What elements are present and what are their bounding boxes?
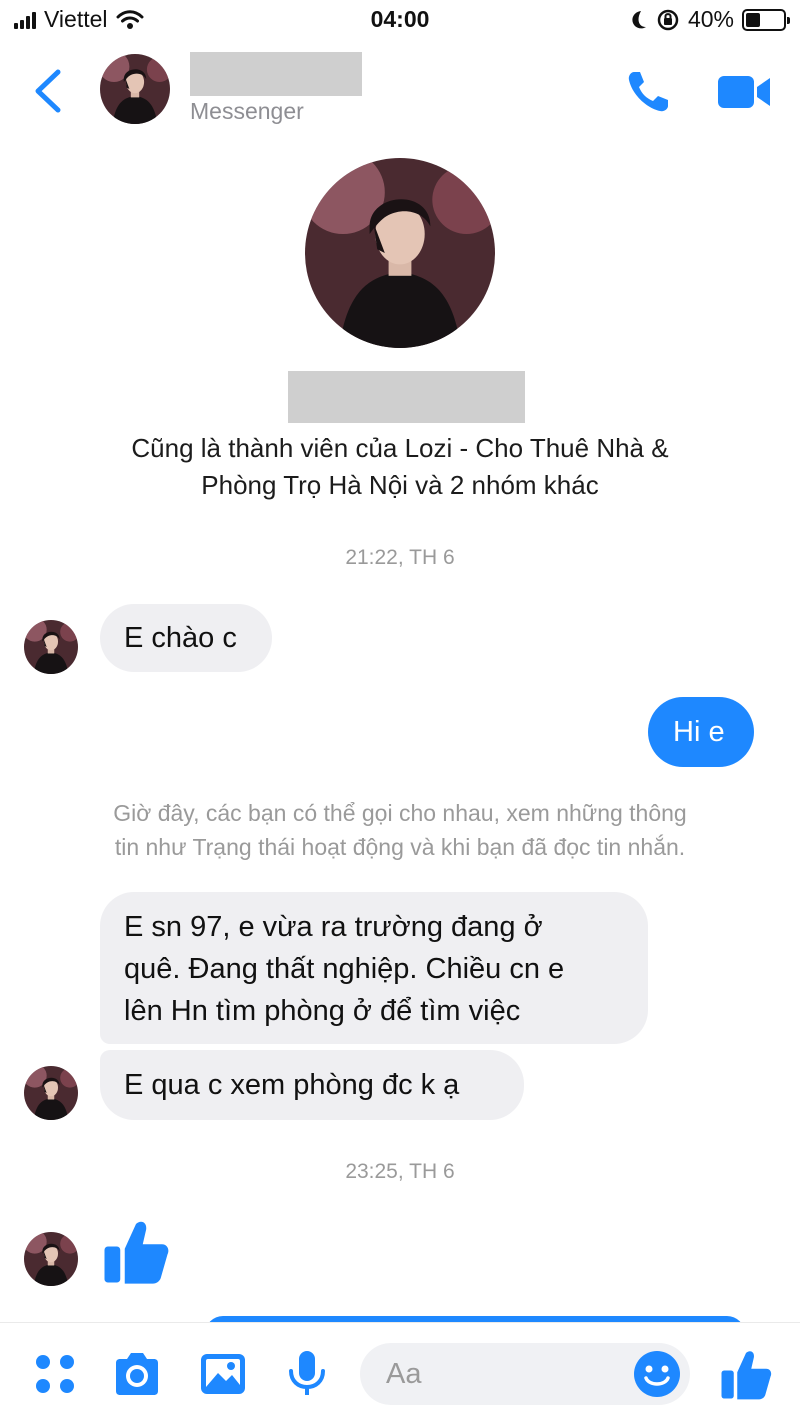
battery-level [746, 12, 761, 27]
apps-grid-icon[interactable] [30, 1349, 80, 1399]
avatar-image [24, 620, 78, 674]
system-notice-line: tin như Trạng thái hoạt động và khi bạn … [114, 834, 686, 860]
chat-header: Messenger [0, 44, 800, 140]
avatar[interactable] [100, 54, 170, 124]
message-line: E sn 97, e vừa ra trường đang ở [124, 911, 543, 943]
status-right: 40% [628, 6, 790, 33]
back-chevron-icon[interactable] [28, 66, 68, 116]
profile-photo[interactable] [305, 158, 495, 348]
status-bar: Viettel 04:00 40% [0, 0, 800, 44]
message-timestamp: 23:25, TH 6 [345, 1160, 455, 1183]
sender-avatar[interactable] [24, 1066, 78, 1120]
avatar-image [24, 1066, 78, 1120]
profile-mutual-groups: Cũng là thành viên của Lozi - Cho Thuê N… [60, 430, 740, 504]
video-camera-icon[interactable] [716, 72, 772, 112]
battery-percent: 40% [687, 6, 734, 32]
message-composer: Aa [0, 1322, 800, 1422]
battery-icon [742, 8, 790, 31]
thumbs-up-sticker-icon[interactable] [100, 1212, 172, 1290]
thumbs-up-icon[interactable] [718, 1345, 774, 1403]
incoming-message[interactable]: E chào c [100, 604, 272, 672]
profile-info-line: Phòng Trọ Hà Nội và 2 nhóm khác [201, 470, 599, 500]
message-line: quê. Đang thất nghiệp. Chiều cn e [124, 953, 565, 985]
contact-name-redacted [190, 52, 362, 96]
sender-avatar[interactable] [24, 1232, 78, 1286]
orientation-lock-icon [657, 9, 679, 30]
avatar-image [24, 1232, 78, 1286]
message-timestamp: 21:22, TH 6 [345, 546, 455, 569]
sender-avatar[interactable] [24, 620, 78, 674]
camera-icon[interactable] [112, 1349, 162, 1399]
emoji-icon[interactable] [632, 1349, 682, 1399]
message-line: lên Hn tìm phòng ở để tìm việc [124, 995, 521, 1027]
phone-icon[interactable] [624, 68, 672, 116]
microphone-icon[interactable] [282, 1349, 332, 1399]
moon-icon [632, 10, 646, 28]
image-icon[interactable] [198, 1349, 248, 1399]
avatar-image [100, 54, 170, 124]
profile-name-redacted [288, 371, 525, 423]
system-notice-line: Giờ đây, các bạn có thể gọi cho nhau, xe… [113, 800, 687, 826]
profile-image [305, 158, 495, 348]
message-input-placeholder: Aa [386, 1358, 422, 1390]
incoming-message[interactable]: E qua c xem phòng đc k ạ [100, 1050, 524, 1120]
header-subtitle: Messenger [190, 98, 304, 124]
system-notice: Giờ đây, các bạn có thể gọi cho nhau, xe… [40, 796, 760, 864]
profile-info-line: Cũng là thành viên của Lozi - Cho Thuê N… [131, 433, 669, 463]
incoming-message[interactable]: E sn 97, e vừa ra trường đang ở quê. Đan… [100, 892, 648, 1044]
outgoing-message[interactable]: Hi e [648, 697, 754, 767]
